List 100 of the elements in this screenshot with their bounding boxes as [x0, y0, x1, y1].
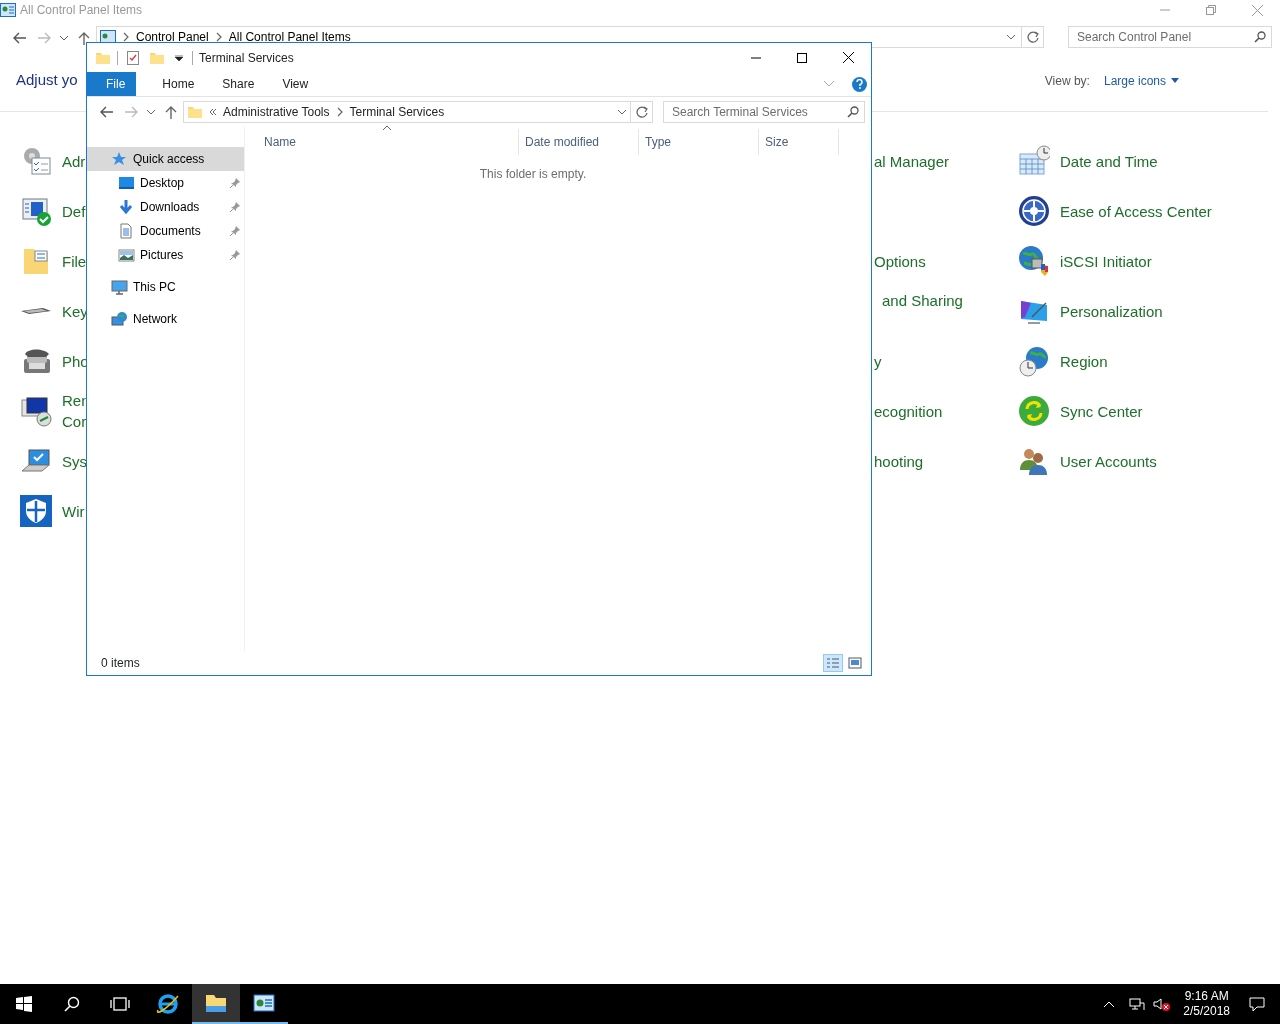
- breadcrumb-item[interactable]: Terminal Services: [349, 103, 445, 121]
- image-icon: [118, 246, 135, 264]
- search-field[interactable]: Search Control Panel: [1068, 26, 1272, 48]
- settings-link[interactable]: User Accounts: [1060, 450, 1157, 472]
- settings-link[interactable]: Date and Time: [1060, 150, 1158, 172]
- search-icon: [847, 106, 859, 118]
- notification-icon: [1249, 996, 1265, 1012]
- view-by-dropdown[interactable]: Large icons: [1103, 71, 1179, 90]
- clock-date[interactable]: 2/5/2018: [1183, 1004, 1230, 1019]
- task-view-icon: [110, 996, 130, 1012]
- settings-link[interactable]: hooting: [874, 450, 924, 472]
- breadcrumb-item[interactable]: Administrative Tools: [223, 103, 330, 121]
- restore-icon: [1206, 5, 1216, 15]
- settings-link[interactable]: Wir: [62, 500, 85, 522]
- settings-link[interactable]: Personalization: [1060, 300, 1163, 322]
- settings-link[interactable]: Adr: [62, 150, 86, 172]
- refresh-icon: [635, 106, 648, 118]
- nav-item[interactable]: Documents: [87, 219, 244, 243]
- column-header[interactable]: Date modified: [519, 129, 639, 155]
- nav-item[interactable]: Pictures: [87, 243, 244, 267]
- breadcrumb-item[interactable]: Control Panel: [136, 31, 209, 43]
- settings-link[interactable]: File: [62, 250, 87, 272]
- back-icon: [13, 32, 27, 44]
- view-by-label: View by:: [1044, 72, 1090, 90]
- settings-link[interactable]: Def: [62, 200, 86, 222]
- chevron-icon: [122, 31, 130, 43]
- caret-icon: [175, 54, 183, 61]
- monitor-icon: [20, 395, 52, 427]
- settings-link[interactable]: iSCSI Initiator: [1060, 250, 1152, 272]
- address-bar[interactable]: Administrative Tools Terminal Services: [183, 101, 631, 123]
- settings-link[interactable]: ecognition: [874, 400, 943, 422]
- nav-item[interactable]: Network: [87, 307, 244, 331]
- arrows-circle-icon: [1018, 195, 1050, 227]
- monitor-icon: [111, 278, 128, 296]
- refresh-icon: [1026, 31, 1039, 43]
- settings-link[interactable]: and Sharing: [882, 290, 963, 311]
- chevron-icon: [214, 31, 223, 43]
- settings-link[interactable]: Region: [1060, 350, 1108, 372]
- browser-icon: [156, 992, 180, 1016]
- window-title: Terminal Services: [199, 49, 294, 67]
- monitor-icon: [118, 174, 135, 192]
- back-icon: [100, 106, 114, 118]
- search-icon: [1254, 31, 1266, 43]
- sync-icon: [1018, 395, 1050, 427]
- dropdown-icon: [147, 109, 155, 115]
- overflow-chevron-icon: [209, 108, 217, 116]
- document-check-icon: [127, 50, 139, 65]
- view-button[interactable]: [845, 654, 865, 672]
- empty-folder-message: This folder is empty.: [478, 166, 588, 183]
- calendar-clock-icon: [1018, 145, 1050, 177]
- clock-time[interactable]: 9:16 AM: [1183, 989, 1230, 1004]
- maximize-icon: [797, 52, 807, 63]
- question-icon: [856, 79, 863, 89]
- ribbon-tab[interactable]: View: [268, 72, 323, 96]
- dropdown-icon: [60, 35, 68, 41]
- window-check-icon: [20, 195, 52, 227]
- nav-item[interactable]: Downloads: [87, 195, 244, 219]
- nav-item[interactable]: This PC: [87, 275, 244, 299]
- document-icon: [118, 222, 135, 240]
- chevron-icon: [824, 81, 834, 87]
- windows-logo-icon: [16, 996, 32, 1012]
- settings-link[interactable]: Ease of Access Center: [1060, 200, 1212, 222]
- settings-link[interactable]: Sys: [62, 450, 87, 472]
- window-title: All Control Panel Items: [20, 2, 143, 19]
- download-icon: [118, 198, 135, 216]
- close-icon: [842, 52, 854, 63]
- network-icon: [111, 310, 128, 328]
- ribbon-tab[interactable]: Home: [148, 72, 209, 96]
- nav-item[interactable]: Desktop: [87, 171, 244, 195]
- file-menu-button[interactable]: File: [87, 72, 137, 96]
- network-icon: [1129, 996, 1146, 1012]
- close-icon: [1251, 4, 1263, 16]
- column-header[interactable]: Type: [639, 129, 759, 155]
- sort-caret-icon: [383, 125, 391, 130]
- shield-icon: [20, 495, 52, 527]
- folder-icon: [187, 104, 203, 120]
- help-button[interactable]: [852, 76, 867, 92]
- ribbon-tab[interactable]: Share: [208, 72, 269, 96]
- nav-item[interactable]: Quick access: [87, 147, 244, 171]
- page-heading: Adjust yo: [16, 70, 78, 91]
- view-button[interactable]: [823, 654, 843, 672]
- settings-link[interactable]: Sync Center: [1060, 400, 1143, 422]
- settings-link[interactable]: Key: [62, 300, 88, 322]
- column-header[interactable]: Name: [258, 129, 519, 155]
- globe-icon: [1018, 245, 1050, 277]
- dropdown-icon: [1007, 34, 1015, 40]
- volume-muted-icon: [1153, 996, 1172, 1012]
- chevron-up-icon: [1104, 1001, 1115, 1007]
- refresh-button[interactable]: [631, 101, 653, 123]
- settings-link[interactable]: Options: [874, 250, 926, 272]
- breadcrumb-item[interactable]: All Control Panel Items: [228, 31, 351, 43]
- refresh-button[interactable]: [1022, 26, 1044, 48]
- control-panel-icon: [252, 991, 276, 1015]
- settings-link[interactable]: y: [874, 350, 882, 372]
- forward-icon: [37, 32, 51, 44]
- search-field[interactable]: Search Terminal Services: [663, 101, 865, 123]
- settings-link[interactable]: al Manager: [874, 150, 950, 172]
- globe-clock-icon: [1018, 345, 1050, 377]
- taskbar-app-button[interactable]: [192, 984, 240, 1024]
- column-header[interactable]: Size: [759, 129, 839, 155]
